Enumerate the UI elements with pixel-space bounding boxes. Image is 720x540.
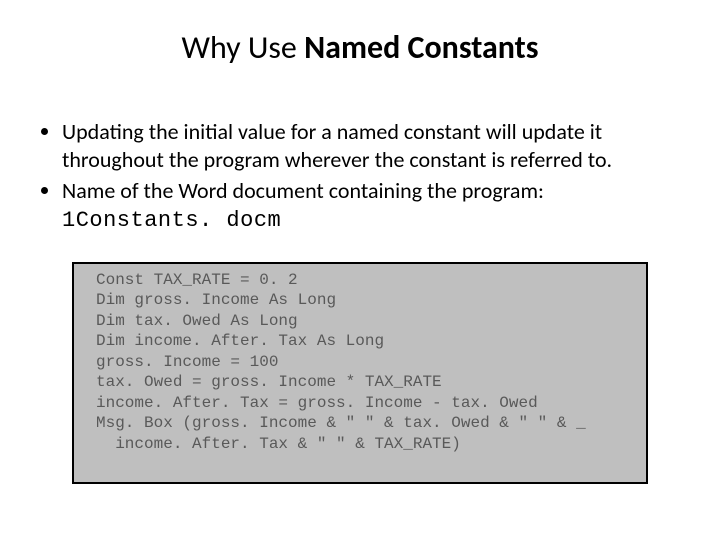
bullet-item: Updating the initial value for a named c…: [62, 118, 678, 173]
title-bold: Named Constants: [304, 28, 538, 67]
code-block: Const TAX_RATE = 0. 2 Dim gross. Income …: [72, 262, 648, 484]
slide-title: Why Use Named Constants: [0, 28, 720, 67]
bullet-code-filename: 1Constants. docm: [62, 208, 281, 233]
bullet-list: Updating the initial value for a named c…: [42, 118, 678, 238]
slide: Why Use Named Constants Updating the ini…: [0, 0, 720, 540]
title-prefix: Why Use: [181, 28, 304, 67]
bullet-text: Updating the initial value for a named c…: [62, 118, 612, 173]
bullet-text-prefix: Name of the Word document containing the…: [62, 177, 544, 204]
bullet-item: Name of the Word document containing the…: [62, 177, 678, 234]
